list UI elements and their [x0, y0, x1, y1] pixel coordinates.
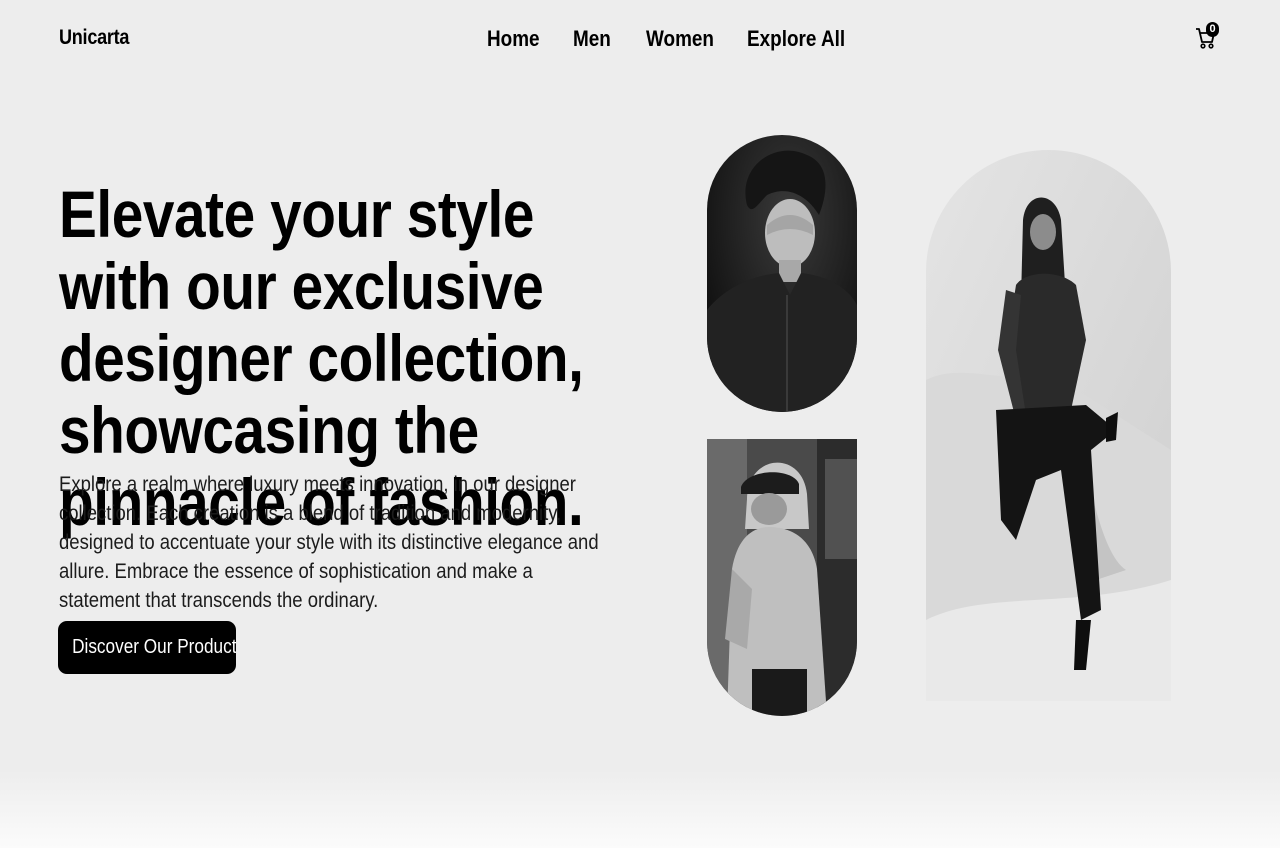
- discover-products-button[interactable]: Discover Our Products: [58, 621, 236, 674]
- main-nav: Home Men Women Explore All: [0, 26, 1280, 52]
- cart-button[interactable]: 0: [1195, 22, 1221, 50]
- nav-explore-all[interactable]: Explore All: [747, 26, 845, 52]
- hero-description: Explore a realm where luxury meets innov…: [59, 472, 599, 612]
- page-footer-fade: [0, 770, 1280, 848]
- nav-home[interactable]: Home: [487, 26, 540, 52]
- discover-products-label: Discover Our Products: [72, 636, 236, 658]
- model-hoodie-image: [707, 439, 857, 716]
- nav-men[interactable]: Men: [573, 26, 611, 52]
- cart-count-badge: 0: [1206, 22, 1219, 37]
- nav-women[interactable]: Women: [646, 26, 714, 52]
- model-portrait-image: [707, 135, 857, 412]
- model-seated-image: [926, 150, 1171, 701]
